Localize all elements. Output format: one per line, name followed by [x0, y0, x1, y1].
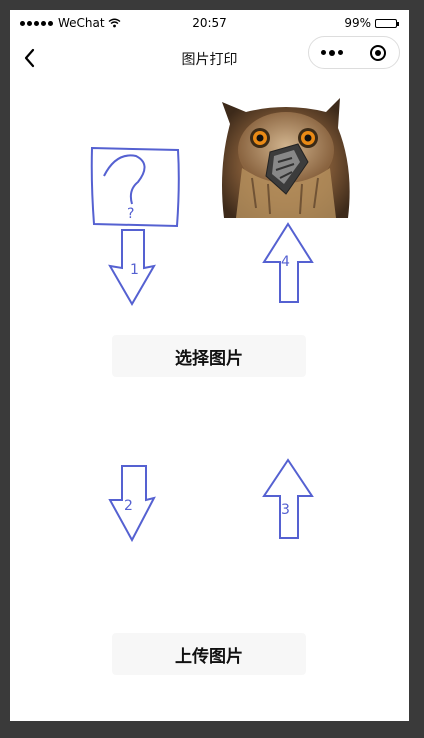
phone-screen: WeChat 20:57 99% 图片打印 ? 1 4 选择图片 2 3 上传图…: [10, 10, 409, 721]
more-menu-button[interactable]: [309, 37, 355, 68]
target-icon: [370, 44, 386, 61]
choose-image-button[interactable]: 选择图片: [112, 335, 306, 377]
down-arrow-1-sketch: 1: [108, 229, 156, 306]
arrow-label-1: 1: [130, 262, 139, 278]
owl-photo: [222, 98, 350, 218]
battery-group: 99%: [344, 16, 399, 30]
arrow-label-2: 2: [124, 498, 133, 514]
question-box-sketch: ?: [90, 146, 180, 228]
arrow-label-4: 4: [281, 254, 290, 270]
more-dot-icon: [321, 50, 326, 55]
battery-icon: [375, 18, 399, 28]
down-arrow-2-sketch: 2: [108, 465, 156, 543]
up-arrow-4-sketch: 4: [262, 222, 314, 303]
mini-program-capsule: [308, 36, 400, 69]
battery-percent: 99%: [344, 16, 371, 30]
navigation-bar: 图片打印: [10, 36, 409, 80]
close-mini-program-button[interactable]: [355, 37, 401, 68]
upload-image-button[interactable]: 上传图片: [112, 633, 306, 675]
more-dot-icon: [329, 49, 335, 56]
up-arrow-3-sketch: 3: [262, 458, 314, 539]
arrow-label-3: 3: [281, 502, 290, 518]
question-mark-label: ?: [127, 206, 134, 222]
status-bar: WeChat 20:57 99%: [10, 10, 409, 36]
more-dot-icon: [338, 50, 343, 55]
